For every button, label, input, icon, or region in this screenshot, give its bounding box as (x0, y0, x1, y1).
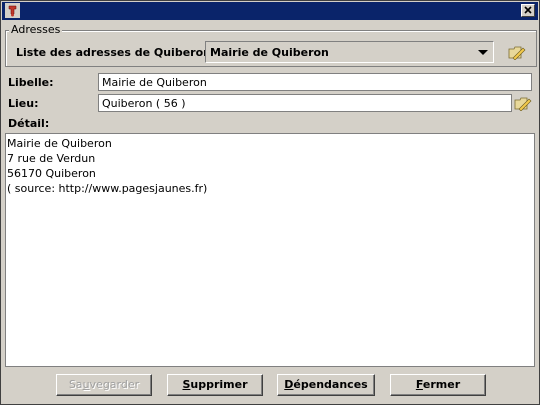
app-icon (5, 3, 20, 18)
detail-textarea[interactable]: Mairie de Quiberon 7 rue de Verdun 56170… (5, 133, 535, 367)
libelle-field[interactable]: Mairie de Quiberon (98, 73, 532, 91)
dependencies-button[interactable]: Dépendances (277, 374, 375, 396)
address-select-value: Mairie de Quiberon (210, 46, 329, 59)
title-bar (2, 2, 538, 20)
close-mnemonic: F (415, 378, 423, 391)
dropdown-arrow-icon[interactable] (477, 46, 489, 58)
delete-label-rest: upprimer (190, 378, 248, 391)
save-mnemonic: u (82, 378, 90, 391)
save-button[interactable]: Sauvegarder (56, 374, 152, 396)
address-select[interactable]: Mairie de Quiberon (205, 41, 494, 63)
close-window-button[interactable] (521, 4, 535, 17)
save-label-rest: vegarder (89, 378, 140, 391)
folder-edit-icon[interactable] (508, 44, 526, 60)
lieu-field[interactable]: Quiberon ( 56 ) (98, 94, 512, 112)
deps-label-rest: épendances (293, 378, 368, 391)
libelle-label: Libelle: (8, 76, 54, 89)
adresses-group-title: Adresses (9, 23, 63, 36)
lieu-label: Lieu: (8, 97, 39, 110)
close-icon (524, 6, 532, 14)
folder-edit-icon[interactable] (514, 95, 532, 111)
detail-line: 56170 Quiberon (7, 167, 96, 180)
detail-line: Mairie de Quiberon (7, 137, 112, 150)
delete-button[interactable]: Supprimer (167, 374, 263, 396)
close-button[interactable]: Fermer (390, 374, 486, 396)
close-label-rest: ermer (422, 378, 461, 391)
save-label-start: Sa (68, 378, 83, 391)
detail-label: Détail: (8, 117, 50, 130)
detail-line: 7 rue de Verdun (7, 152, 96, 165)
address-list-label: Liste des adresses de Quiberon: (16, 46, 216, 59)
address-dialog: Adresses Liste des adresses de Quiberon:… (0, 0, 540, 405)
detail-line: ( source: http://www.pagesjaunes.fr) (7, 182, 208, 195)
